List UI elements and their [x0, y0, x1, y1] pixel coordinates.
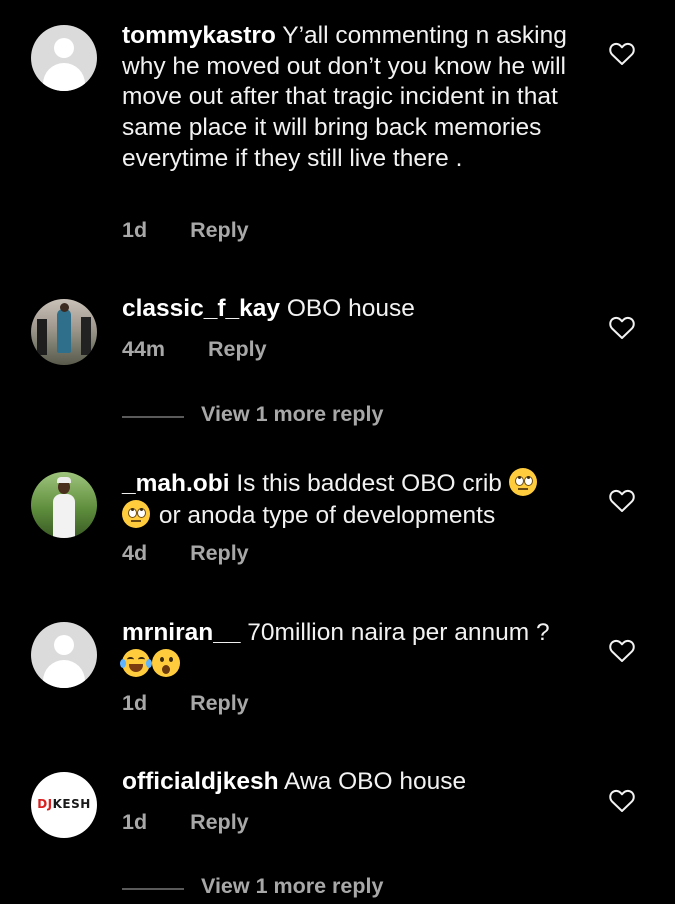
heart-outline-icon[interactable] — [609, 316, 635, 340]
comment-username[interactable]: classic_f_kay — [122, 295, 280, 322]
user-avatar[interactable] — [31, 299, 97, 365]
avatar-photo-detail — [81, 317, 91, 355]
comment-meta: 1d Reply — [122, 691, 249, 716]
comment-text: 70million naira per annum ? — [247, 619, 550, 646]
user-avatar[interactable]: DJKESH — [31, 772, 97, 838]
comment-body: mrniran__ 70million naira per annum ? — [120, 618, 582, 680]
comment-timestamp: 4d — [122, 541, 148, 565]
avatar-placeholder-shoulders — [43, 63, 85, 91]
divider-line — [122, 888, 184, 890]
avatar-placeholder-head — [54, 635, 74, 655]
heart-outline-icon[interactable] — [609, 42, 635, 66]
face-with-open-mouth-icon — [152, 648, 180, 677]
view-more-replies[interactable]: View 1 more reply — [122, 402, 422, 432]
face-with-rolling-eyes-icon — [508, 468, 537, 496]
comment-body: tommykastro Y’all commenting n asking wh… — [122, 21, 582, 175]
avatar-placeholder-shoulders — [43, 660, 85, 688]
comment-username[interactable]: mrniran__ — [122, 619, 240, 646]
comment-timestamp: 1d — [122, 810, 148, 834]
face-with-tears-of-joy-icon — [120, 648, 152, 677]
avatar-placeholder-head — [54, 38, 74, 58]
avatar-photo-detail — [37, 319, 47, 355]
view-more-replies-label[interactable]: View 1 more reply — [201, 874, 383, 899]
comment-text: Is this baddest OBO crib — [236, 470, 502, 497]
comment-meta: 1d Reply — [122, 810, 249, 835]
view-more-replies-label[interactable]: View 1 more reply — [201, 402, 383, 427]
comment-meta: 1d Reply — [122, 218, 249, 243]
comment-text: or anoda type of developments — [158, 501, 496, 529]
divider-line — [122, 416, 184, 418]
comment-username[interactable]: officialdjkesh — [122, 768, 279, 795]
comment-body: _mah.obi Is this baddest OBO crib or ano… — [122, 468, 582, 531]
comment-meta: 4d Reply — [122, 541, 249, 566]
comment-body: officialdjkesh Awa OBO house — [122, 767, 582, 798]
reply-button[interactable]: Reply — [190, 691, 249, 716]
avatar-photo-detail — [57, 309, 71, 353]
user-avatar[interactable] — [31, 472, 97, 538]
reply-button[interactable]: Reply — [190, 218, 249, 243]
view-more-replies[interactable]: View 1 more reply — [122, 874, 422, 904]
comment-timestamp: 1d — [122, 691, 148, 715]
avatar-photo-detail — [60, 303, 69, 312]
avatar-photo-detail — [53, 494, 75, 538]
user-avatar[interactable] — [31, 622, 97, 688]
comment-meta: 44m Reply — [122, 337, 267, 362]
heart-outline-icon[interactable] — [609, 639, 635, 663]
comment-body: classic_f_kay OBO house — [122, 294, 582, 325]
dj-kesh-logo: DJKESH — [37, 797, 91, 811]
comment-timestamp: 1d — [122, 218, 148, 242]
avatar-photo-detail — [57, 477, 71, 483]
comment-text: OBO house — [286, 295, 415, 322]
comment-text: Awa OBO house — [284, 768, 467, 795]
face-with-rolling-eyes-icon — [122, 499, 150, 528]
reply-button[interactable]: Reply — [190, 810, 249, 835]
reply-button[interactable]: Reply — [208, 337, 267, 362]
reply-button[interactable]: Reply — [190, 541, 249, 566]
comment-timestamp: 44m — [122, 337, 166, 361]
user-avatar[interactable] — [31, 25, 97, 91]
heart-outline-icon[interactable] — [609, 789, 635, 813]
heart-outline-icon[interactable] — [609, 489, 635, 513]
comment-username[interactable]: tommykastro — [122, 22, 276, 49]
comment-username[interactable]: _mah.obi — [122, 470, 230, 497]
